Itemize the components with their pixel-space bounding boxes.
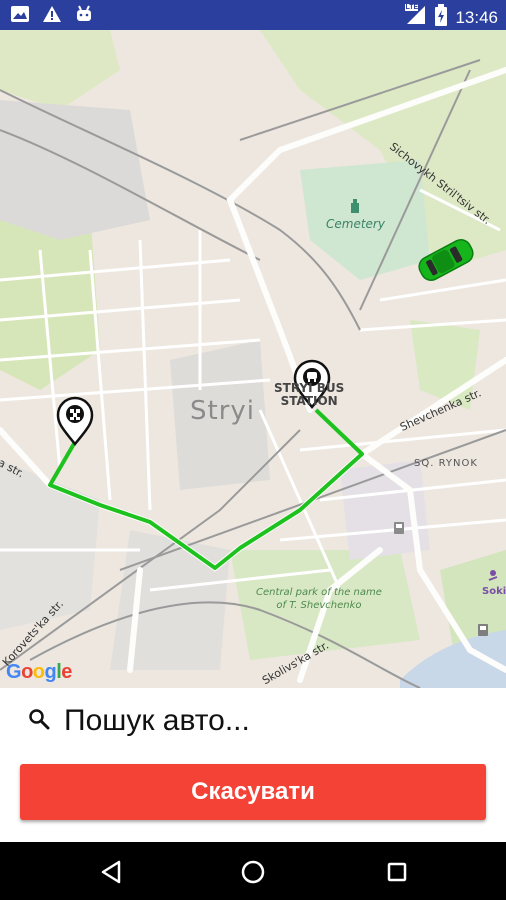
city-label: Stryi — [190, 396, 255, 426]
home-icon[interactable] — [238, 857, 268, 887]
bottom-panel: Пошук авто... Скасувати — [0, 688, 506, 842]
warning-icon — [42, 5, 62, 28]
map-canvas — [0, 30, 506, 688]
park-label: Central park of the name of T. Shevchenk… — [256, 587, 382, 611]
status-bar: LTE 13:46 — [0, 0, 506, 30]
bus-station-label: STRYI BUS STATION — [274, 381, 345, 408]
gallery-icon — [10, 5, 30, 28]
battery-icon — [435, 4, 448, 31]
search-icon — [28, 708, 50, 735]
recents-icon[interactable] — [382, 857, 412, 887]
sokil-label: Sokil — [482, 586, 506, 597]
navigation-bar — [0, 842, 506, 900]
fuel-station-icon — [478, 624, 488, 636]
fuel-station-icon — [394, 522, 404, 534]
square-label-rynok: SQ. RYNOK — [414, 458, 478, 469]
cancel-button[interactable]: Скасувати — [20, 764, 486, 820]
status-left-icons — [10, 5, 94, 28]
status-right-icons: LTE 13:46 — [405, 4, 498, 31]
google-attribution: Google — [6, 661, 72, 683]
signal-icon: LTE — [405, 4, 427, 31]
search-status-text: Пошук авто... — [64, 704, 250, 737]
cemetery-label: Cemetery — [326, 217, 385, 231]
search-status-row: Пошук авто... — [28, 704, 250, 738]
status-time: 13:46 — [455, 7, 498, 27]
map-view[interactable]: Sichovykh Stril'tsiv str. Cemetery STRYI… — [0, 30, 506, 688]
industrial-area — [0, 100, 150, 240]
android-icon — [74, 5, 94, 28]
back-icon[interactable] — [96, 857, 126, 887]
network-badge: LTE — [405, 4, 419, 11]
